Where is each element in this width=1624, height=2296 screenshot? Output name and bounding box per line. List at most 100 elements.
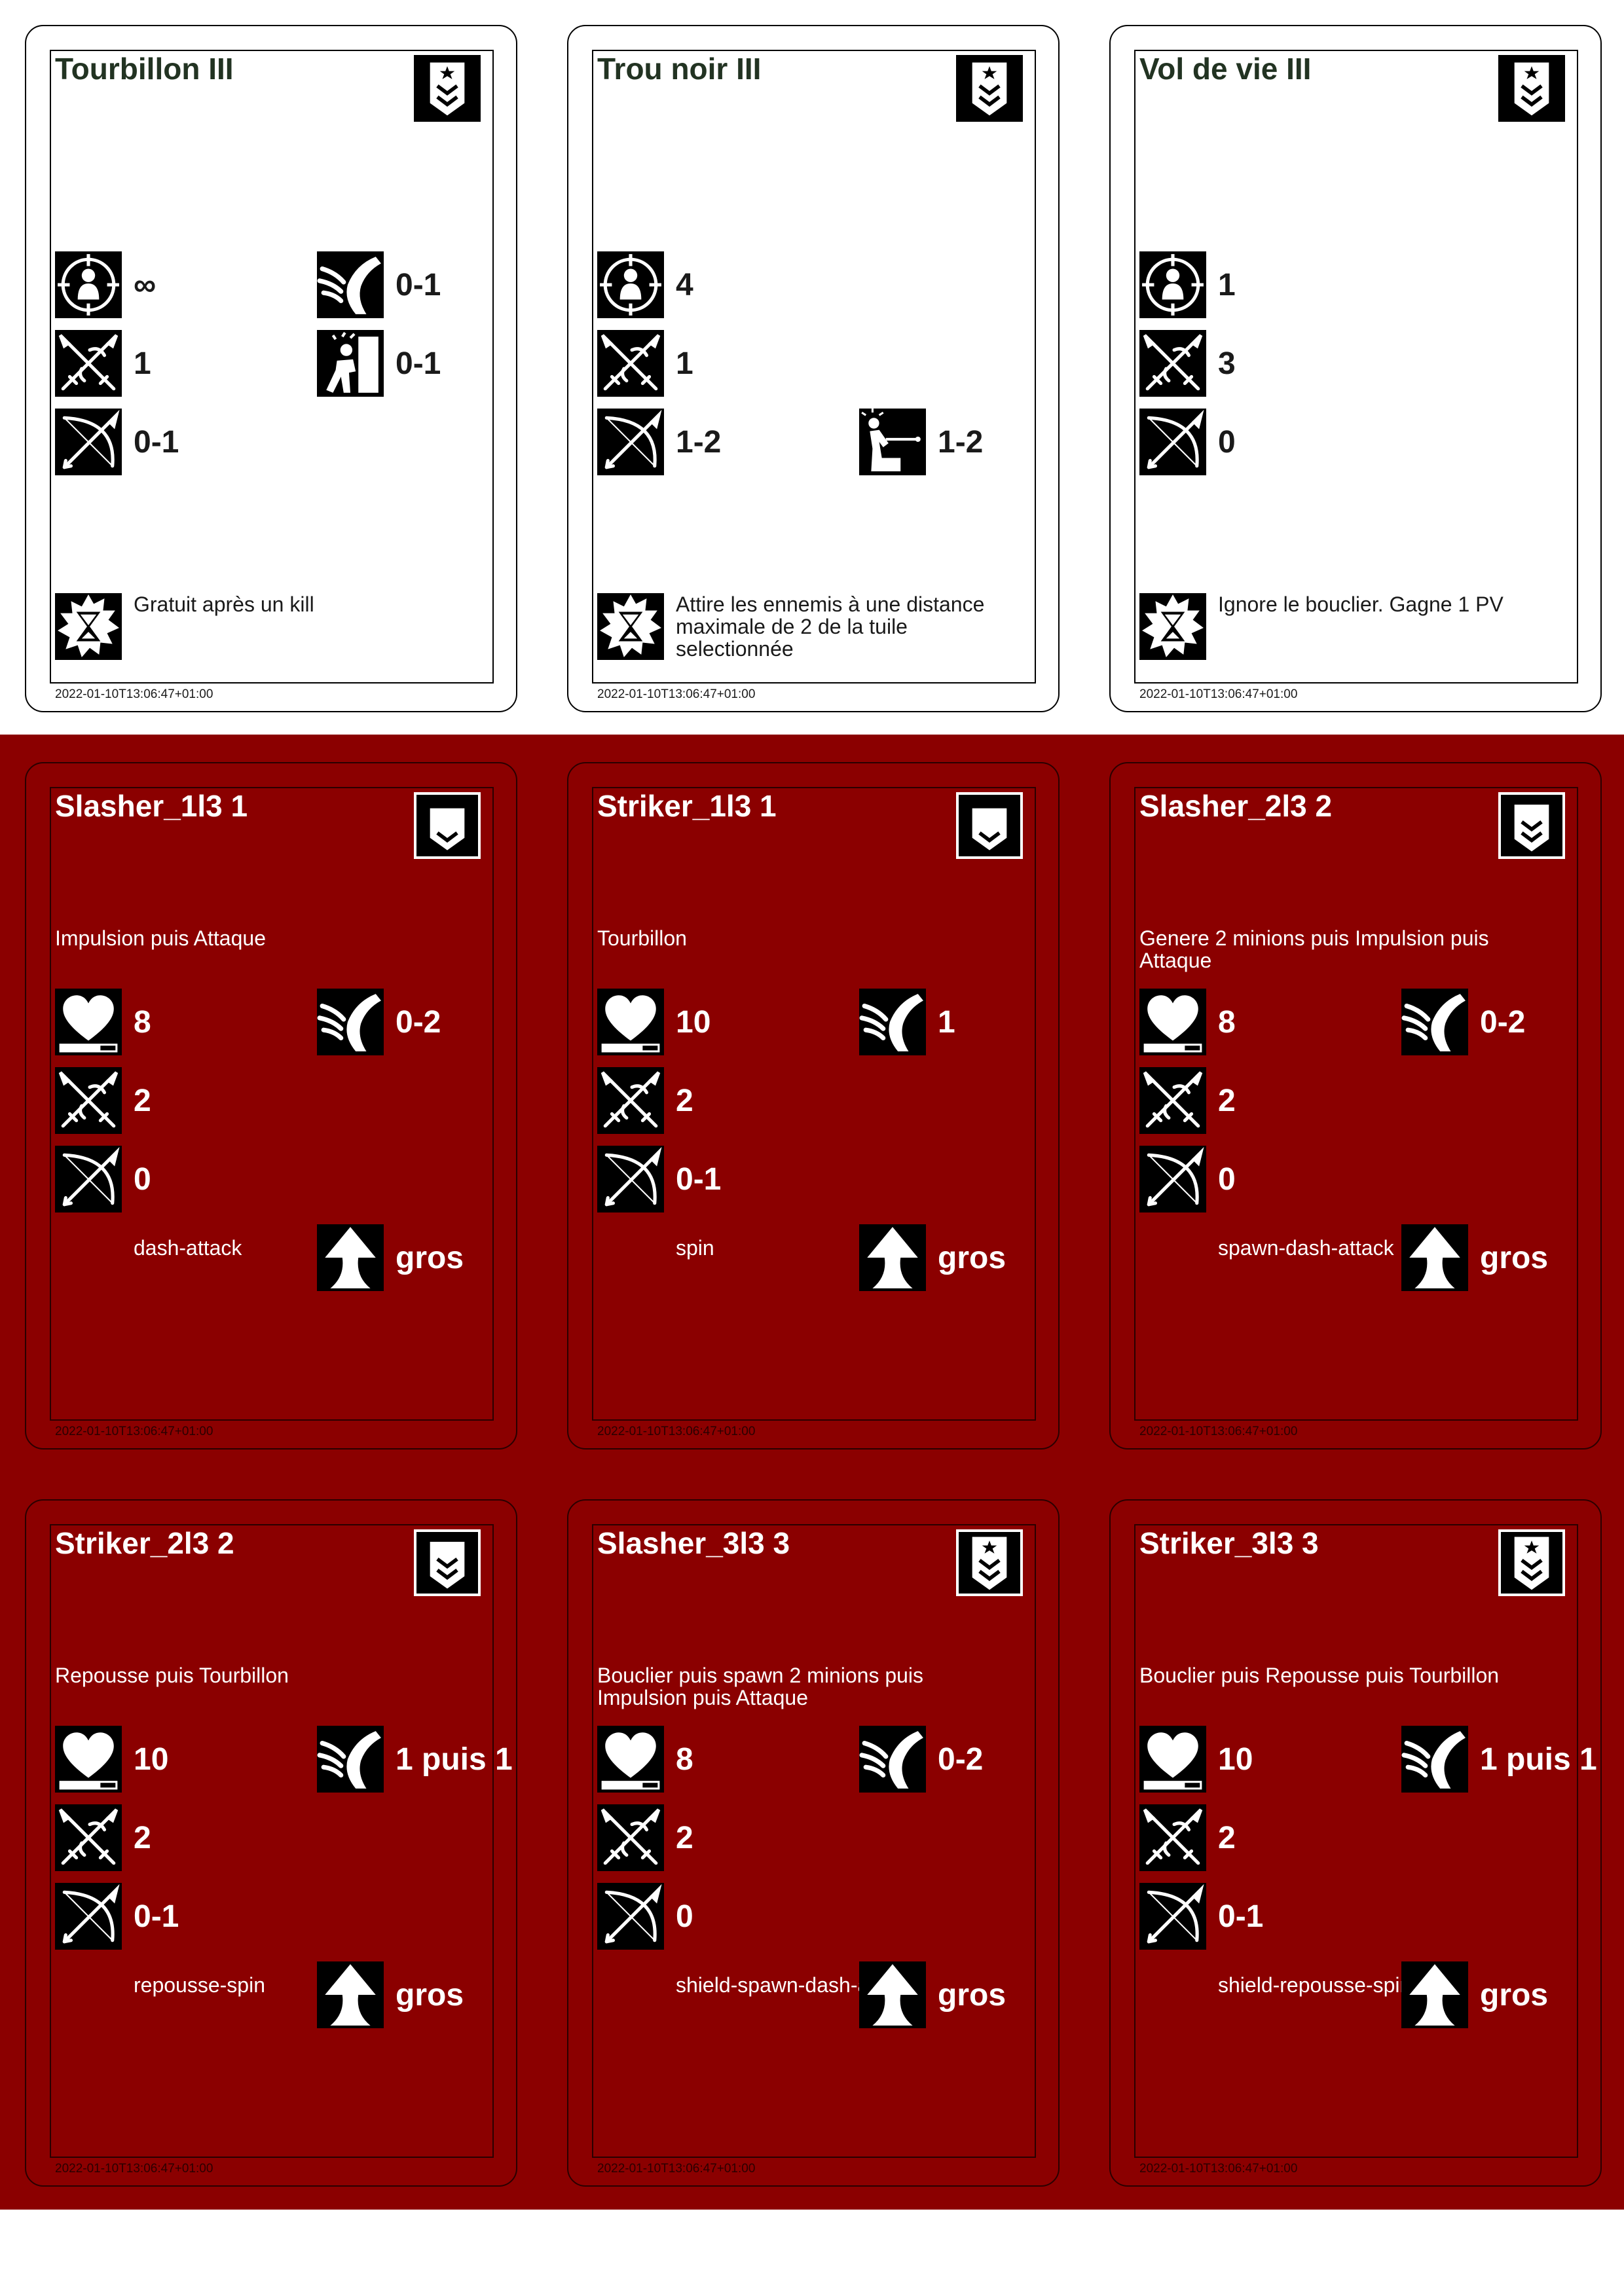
hp-value: 10	[676, 1005, 711, 1040]
knockback-value: 1 puis 1	[1480, 1742, 1597, 1777]
card-timestamp: 2022-01-10T13:06:47+01:00	[597, 1425, 756, 1438]
rank-chevron-icon	[956, 792, 1023, 859]
ranged-value: 0-1	[676, 1162, 722, 1197]
bow-arrow-icon	[597, 1146, 664, 1212]
skill-card[interactable]: Tourbillon III ∞ 1 0-1 0-1 0-1 Gratuit après u…	[25, 25, 517, 712]
heart-health-icon	[55, 1726, 122, 1793]
card-sheet: Tourbillon III ∞ 1 0-1 0-1 0-1 Gratuit après u…	[0, 0, 1624, 2296]
crossed-swords-icon	[597, 330, 664, 397]
enemy-card[interactable]: Slasher_2l3 2 Genere 2 minions puis Impul…	[1109, 762, 1602, 1449]
card-title: Tourbillon III	[55, 52, 234, 86]
rank-chevron-icon	[414, 792, 481, 859]
heart-health-icon	[597, 1726, 664, 1793]
knockback-wing-icon	[1401, 989, 1468, 1055]
crossed-swords-icon	[597, 1067, 664, 1134]
ranged-value: 0	[1218, 425, 1236, 460]
size-arrow-icon	[859, 1224, 926, 1291]
card-description: Repousse puis Tourbillon	[55, 1664, 289, 1687]
hp-value: 10	[134, 1742, 169, 1777]
behavior-label: repousse-spin	[134, 1973, 265, 1997]
skill-card[interactable]: Trou noir III 4 1 1-2 1-2 Attire les ennemis …	[567, 25, 1060, 712]
hourglass-burst-icon	[55, 593, 122, 660]
size-arrow-icon	[859, 1961, 926, 2028]
card-timestamp: 2022-01-10T13:06:47+01:00	[597, 2162, 756, 2176]
card-description: Genere 2 minions puis Impulsion puis Att…	[1139, 926, 1489, 972]
range-value: 1	[1218, 268, 1236, 302]
knockback-value: 1	[938, 1005, 955, 1040]
range-value: 4	[676, 268, 693, 302]
heart-health-icon	[597, 989, 664, 1055]
melee-value: 2	[1218, 1821, 1236, 1855]
enemy-card[interactable]: Striker_1l3 1 Tourbillon 10 1 2 0-1 spin gros 20…	[567, 762, 1060, 1449]
card-title: Slasher_3l3 3	[597, 1526, 790, 1560]
enemy-card[interactable]: Slasher_3l3 3 Bouclier puis spawn 2 minio…	[567, 1499, 1060, 2187]
size-value: gros	[396, 1241, 464, 1275]
hp-value: 8	[134, 1005, 151, 1040]
bow-arrow-icon	[597, 409, 664, 475]
bow-arrow-icon	[55, 1146, 122, 1212]
melee-value: 2	[676, 1084, 693, 1118]
melee-value: 2	[134, 1084, 151, 1118]
melee-value: 1	[676, 346, 693, 381]
card-timestamp: 2022-01-10T13:06:47+01:00	[55, 1425, 213, 1438]
enemy-card[interactable]: Striker_3l3 3 Bouclier puis Repousse puis…	[1109, 1499, 1602, 2187]
knockback-wing-icon	[859, 989, 926, 1055]
bow-arrow-icon	[597, 1883, 664, 1950]
knockback-value: 1 puis 1	[396, 1742, 513, 1777]
heart-health-icon	[1139, 1726, 1206, 1793]
ability-text: Attire les ennemis à une distance maxima…	[676, 592, 985, 661]
hp-value: 8	[1218, 1005, 1236, 1040]
crossed-swords-icon	[1139, 1067, 1206, 1134]
hourglass-burst-icon	[597, 593, 664, 660]
crossed-swords-icon	[1139, 1804, 1206, 1871]
melee-value: 1	[134, 346, 151, 381]
ability-row: Gratuit après un kill	[55, 593, 494, 660]
knockback-wing-icon	[1401, 1726, 1468, 1793]
crossed-swords-icon	[55, 1804, 122, 1871]
skill-card[interactable]: Vol de vie III 1 3 0 Ignore le bouclier. Gag…	[1109, 25, 1602, 712]
hp-value: 10	[1218, 1742, 1253, 1777]
knockback-wing-icon	[317, 251, 384, 318]
enemy-card[interactable]: Striker_2l3 2 Repousse puis Tourbillon 10 1…	[25, 1499, 517, 2187]
knockback-wing-icon	[317, 1726, 384, 1793]
knockback-value: 0-2	[938, 1742, 984, 1777]
size-arrow-icon	[1401, 1961, 1468, 2028]
card-description: Impulsion puis Attaque	[55, 926, 266, 950]
crossed-swords-icon	[55, 330, 122, 397]
card-timestamp: 2022-01-10T13:06:47+01:00	[1139, 2162, 1298, 2176]
pull-hook-icon	[859, 409, 926, 475]
bow-arrow-icon	[1139, 1146, 1206, 1212]
ranged-value: 0	[134, 1162, 151, 1197]
range-target-icon	[597, 251, 664, 318]
card-description: Bouclier puis spawn 2 minions puis Impul…	[597, 1664, 924, 1709]
behavior-label: shield-repousse-spin	[1218, 1973, 1412, 1997]
ranged-value: 0-1	[1218, 1899, 1264, 1934]
stun-value: 0-1	[396, 346, 441, 381]
card-timestamp: 2022-01-10T13:06:47+01:00	[55, 2162, 213, 2176]
crossed-swords-icon	[55, 1067, 122, 1134]
crossed-swords-icon	[1139, 330, 1206, 397]
card-title: Striker_1l3 1	[597, 789, 777, 823]
ranged-value: 0	[1218, 1162, 1236, 1197]
bow-arrow-icon	[1139, 1883, 1206, 1950]
size-value: gros	[396, 1978, 464, 2013]
behavior-label: dash-attack	[134, 1236, 242, 1260]
bow-arrow-icon	[55, 1883, 122, 1950]
card-description: Bouclier puis Repousse puis Tourbillon	[1139, 1664, 1500, 1687]
card-timestamp: 2022-01-10T13:06:47+01:00	[597, 687, 756, 701]
knockback-wing-icon	[859, 1726, 926, 1793]
knockback-value: 0-2	[396, 1005, 441, 1040]
ability-row: Attire les ennemis à une distance maxima…	[597, 593, 1036, 660]
card-description: Tourbillon	[597, 926, 687, 950]
ranged-value: 0-1	[134, 1899, 179, 1934]
behavior-label: spin	[676, 1236, 714, 1260]
size-value: gros	[938, 1978, 1006, 2013]
size-arrow-icon	[1401, 1224, 1468, 1291]
enemy-card[interactable]: Slasher_1l3 1 Impulsion puis Attaque 8 0-2 2…	[25, 762, 517, 1449]
knockback-value: 0-2	[1480, 1005, 1526, 1040]
card-timestamp: 2022-01-10T13:06:47+01:00	[55, 687, 213, 701]
knockback-value: 0-1	[396, 268, 441, 302]
card-timestamp: 2022-01-10T13:06:47+01:00	[1139, 1425, 1298, 1438]
range-value: ∞	[134, 268, 157, 302]
ranged-value: 1-2	[676, 425, 722, 460]
